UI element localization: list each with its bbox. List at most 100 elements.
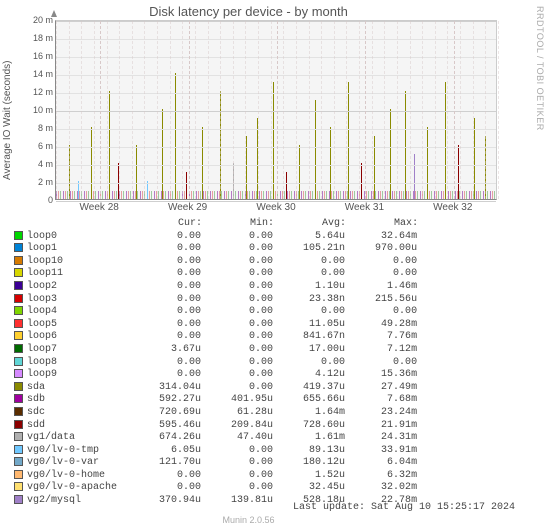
y-tick: 0 xyxy=(25,195,53,205)
legend-row: sdc 720.69u 61.28u 1.64m 23.24m xyxy=(14,407,418,420)
legend-row: sdb 592.27u 401.95u 655.66u 7.68m xyxy=(14,394,418,407)
spike xyxy=(474,118,475,199)
spike xyxy=(445,82,446,199)
legend-text: sda 314.04u 0.00 419.37u 27.49m xyxy=(27,382,417,393)
spike xyxy=(458,145,459,199)
spike xyxy=(175,73,176,199)
legend-text: vg0/lv-0-var 121.70u 0.00 180.12u 6.04m xyxy=(27,457,417,468)
legend-row: vg1/data 674.26u 47.40u 1.61m 24.31m xyxy=(14,432,418,445)
spike xyxy=(91,127,92,199)
x-tick: Week 32 xyxy=(423,202,483,213)
spike xyxy=(427,127,428,199)
legend-row: vg0/lv-0-tmp 6.05u 0.00 89.13u 33.91m xyxy=(14,445,418,458)
legend-text: loop4 0.00 0.00 0.00 0.00 xyxy=(27,306,417,317)
y-tick: 14 m xyxy=(25,69,53,79)
spike xyxy=(361,163,362,199)
last-update: Last update: Sat Aug 10 15:25:17 2024 xyxy=(293,502,515,513)
legend-text: vg0/lv-0-apache 0.00 0.00 32.45u 32.02m xyxy=(27,483,417,494)
legend-row: loop11 0.00 0.00 0.00 0.00 xyxy=(14,268,418,281)
y-tick: 8 m xyxy=(25,123,53,133)
legend-swatch xyxy=(14,432,23,441)
legend-swatch xyxy=(14,306,23,315)
legend-swatch xyxy=(14,344,23,353)
legend-swatch xyxy=(14,495,23,504)
spike xyxy=(286,172,287,199)
legend-text: loop0 0.00 0.00 5.64u 32.64m xyxy=(27,231,417,242)
legend-text: sdd 595.46u 209.84u 728.60u 21.91m xyxy=(27,420,417,431)
legend-text: loop7 3.67u 0.00 17.00u 7.12m xyxy=(27,344,417,355)
legend-text: loop9 0.00 0.00 4.12u 15.36m xyxy=(27,369,417,380)
legend-row: vg0/lv-0-var 121.70u 0.00 180.12u 6.04m xyxy=(14,457,418,470)
x-tick: Week 29 xyxy=(158,202,218,213)
x-tick: Week 28 xyxy=(69,202,129,213)
legend-swatch xyxy=(14,457,23,466)
legend-header: Cur: Min: Avg: Max: xyxy=(14,218,418,231)
legend-swatch xyxy=(14,394,23,403)
legend-swatch xyxy=(14,231,23,240)
spike xyxy=(374,136,375,199)
legend-row: loop2 0.00 0.00 1.10u 1.46m xyxy=(14,281,418,294)
legend-text: vg1/data 674.26u 47.40u 1.61m 24.31m xyxy=(27,432,417,443)
spike xyxy=(315,100,316,199)
y-tick: 18 m xyxy=(25,33,53,43)
legend-text: sdc 720.69u 61.28u 1.64m 23.24m xyxy=(27,407,417,418)
rrdtool-credit: RRDTOOL / TOBI OETIKER xyxy=(535,6,545,131)
legend-swatch xyxy=(14,382,23,391)
legend-swatch xyxy=(14,470,23,479)
legend-text: vg0/lv-0-tmp 6.05u 0.00 89.13u 33.91m xyxy=(27,445,417,456)
legend-text: loop8 0.00 0.00 0.00 0.00 xyxy=(27,357,417,368)
legend-row: loop3 0.00 0.00 23.38n 215.56u xyxy=(14,294,418,307)
legend-row: loop0 0.00 0.00 5.64u 32.64m xyxy=(14,231,418,244)
legend-row: sdd 595.46u 209.84u 728.60u 21.91m xyxy=(14,420,418,433)
spike xyxy=(273,82,274,199)
y-tick: 12 m xyxy=(25,87,53,97)
munin-graph: Disk latency per device - by month RRDTO… xyxy=(0,0,547,527)
chart-title: Disk latency per device - by month xyxy=(0,4,497,19)
legend-text: loop2 0.00 0.00 1.10u 1.46m xyxy=(27,281,417,292)
legend-swatch xyxy=(14,445,23,454)
y-tick: 6 m xyxy=(25,141,53,151)
y-tick: 10 m xyxy=(25,105,53,115)
spike xyxy=(330,127,331,199)
y-tick: 2 m xyxy=(25,177,53,187)
legend-swatch xyxy=(14,319,23,328)
legend-row: loop10 0.00 0.00 0.00 0.00 xyxy=(14,256,418,269)
legend-row: loop1 0.00 0.00 105.21n 970.00u xyxy=(14,243,418,256)
legend-swatch xyxy=(14,294,23,303)
spike xyxy=(162,109,163,199)
legend-swatch xyxy=(14,256,23,265)
spike xyxy=(414,154,415,199)
y-axis-label: Average IO Wait (seconds) xyxy=(2,30,13,210)
legend-text: sdb 592.27u 401.95u 655.66u 7.68m xyxy=(27,394,417,405)
legend-row: sda 314.04u 0.00 419.37u 27.49m xyxy=(14,382,418,395)
spike xyxy=(202,127,203,199)
legend-swatch xyxy=(14,407,23,416)
legend-row: loop4 0.00 0.00 0.00 0.00 xyxy=(14,306,418,319)
spike xyxy=(186,172,187,199)
legend-table: Cur: Min: Avg: Max: loop0 0.00 0.00 5.64… xyxy=(14,218,418,508)
spike-lines xyxy=(56,21,496,199)
y-tick: 20 m xyxy=(25,15,53,25)
legend-text: vg0/lv-0-home 0.00 0.00 1.52u 6.32m xyxy=(27,470,417,481)
spike xyxy=(299,145,300,199)
x-tick: Week 30 xyxy=(246,202,306,213)
spike xyxy=(348,82,349,199)
legend-swatch xyxy=(14,357,23,366)
legend-text: loop1 0.00 0.00 105.21n 970.00u xyxy=(27,243,417,254)
legend-row: loop8 0.00 0.00 0.00 0.00 xyxy=(14,357,418,370)
legend-swatch xyxy=(14,268,23,277)
legend-swatch xyxy=(14,369,23,378)
legend-text: loop6 0.00 0.00 841.67n 7.76m xyxy=(27,331,417,342)
spike xyxy=(136,145,137,199)
spike xyxy=(390,109,391,199)
legend-row: vg0/lv-0-apache 0.00 0.00 32.45u 32.02m xyxy=(14,482,418,495)
x-tick: Week 31 xyxy=(334,202,394,213)
legend-row: loop5 0.00 0.00 11.05u 49.28m xyxy=(14,319,418,332)
legend-row: loop7 3.67u 0.00 17.00u 7.12m xyxy=(14,344,418,357)
y-tick: 4 m xyxy=(25,159,53,169)
munin-version: Munin 2.0.56 xyxy=(0,515,497,525)
legend-swatch xyxy=(14,243,23,252)
legend-swatch xyxy=(14,281,23,290)
legend-row: loop9 0.00 0.00 4.12u 15.36m xyxy=(14,369,418,382)
legend-swatch xyxy=(14,482,23,491)
